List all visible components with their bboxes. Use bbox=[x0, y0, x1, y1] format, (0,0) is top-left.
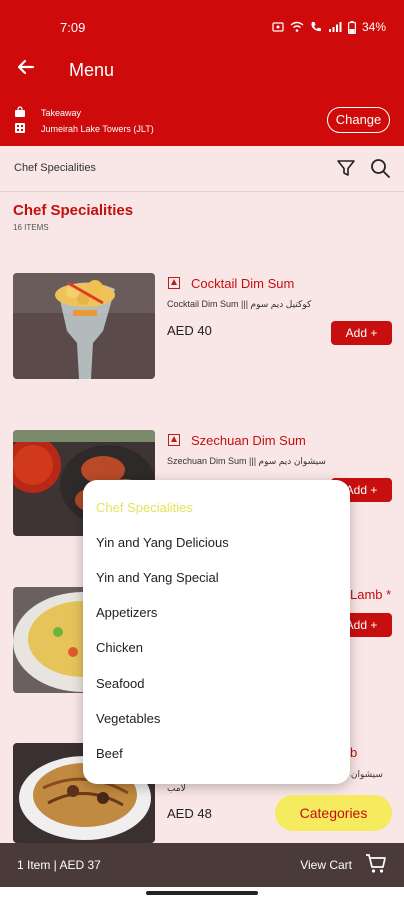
category-option-vegetables[interactable]: Vegetables bbox=[96, 711, 160, 726]
status-icons: 34% bbox=[272, 20, 386, 34]
system-nav-bar bbox=[0, 887, 404, 900]
add-to-cart-button[interactable]: Add + bbox=[331, 321, 392, 345]
filter-icon[interactable] bbox=[336, 158, 356, 178]
status-time: 7:09 bbox=[60, 20, 86, 35]
current-category-label: Chef Specialities bbox=[14, 162, 96, 174]
category-option-appetizers[interactable]: Appetizers bbox=[96, 605, 157, 620]
store-location: Jumeirah Lake Towers (JLT) bbox=[41, 124, 154, 134]
order-mode: Takeaway bbox=[41, 108, 82, 118]
back-arrow-icon[interactable] bbox=[16, 57, 36, 83]
page-title: Menu bbox=[69, 60, 115, 80]
building-icon bbox=[15, 123, 25, 133]
category-option-beef[interactable]: Beef bbox=[96, 746, 123, 761]
location-bar: Takeaway Jumeirah Lake Towers (JLT) Chan… bbox=[0, 90, 404, 146]
category-option-yin-yang-delicious[interactable]: Yin and Yang Delicious bbox=[96, 535, 229, 550]
cart-bar[interactable]: 1 Item | AED 37 View Cart bbox=[0, 843, 404, 887]
dish-description-arabic: لامب bbox=[167, 783, 186, 793]
dish-description: Cocktail Dim Sum ||| كوكتيل ديم سوم bbox=[167, 299, 312, 309]
section-title: Chef Specialities bbox=[13, 202, 134, 219]
app-bar: Menu bbox=[0, 52, 404, 90]
category-option-yin-yang-special[interactable]: Yin and Yang Special bbox=[96, 570, 219, 585]
notification-icon bbox=[272, 22, 284, 32]
categories-popup: Chef Specialities Yin and Yang Delicious… bbox=[83, 480, 350, 784]
cart-summary: 1 Item | AED 37 bbox=[17, 858, 101, 872]
status-bar: 7:09 34% bbox=[0, 0, 404, 52]
wifi-icon bbox=[290, 21, 304, 32]
takeaway-bag-icon bbox=[15, 106, 25, 117]
signal-icon bbox=[328, 22, 342, 32]
category-option-chicken[interactable]: Chicken bbox=[96, 640, 143, 655]
category-option-seafood[interactable]: Seafood bbox=[96, 676, 144, 691]
cart-icon[interactable] bbox=[365, 853, 387, 875]
dish-description: Szechuan Dim Sum ||| سيشوان ديم سوم bbox=[167, 456, 326, 466]
call-icon bbox=[311, 22, 321, 32]
dish-image bbox=[13, 273, 155, 379]
dish-price: AED 48 bbox=[167, 806, 212, 821]
change-location-button[interactable]: Change bbox=[327, 107, 390, 133]
non-veg-indicator-icon bbox=[168, 434, 180, 446]
menu-item[interactable]: Cocktail Dim Sum Cocktail Dim Sum ||| كو… bbox=[0, 273, 404, 383]
home-gesture-handle[interactable] bbox=[146, 891, 258, 895]
section-item-count: 16 ITEMS bbox=[13, 223, 49, 232]
non-veg-indicator-icon bbox=[168, 277, 180, 289]
categories-button[interactable]: Categories bbox=[275, 795, 392, 831]
dish-name: Lamb * bbox=[350, 587, 392, 602]
dish-name: Szechuan Dim Sum bbox=[191, 433, 306, 448]
battery-icon bbox=[347, 20, 356, 34]
battery-percent: 34% bbox=[361, 20, 386, 34]
dish-name: Cocktail Dim Sum bbox=[191, 276, 295, 291]
category-option-chef-specialities[interactable]: Chef Specialities bbox=[96, 500, 193, 515]
view-cart-button[interactable]: View Cart bbox=[300, 858, 352, 872]
category-bar: Chef Specialities bbox=[0, 146, 404, 192]
dish-price: AED 40 bbox=[167, 323, 212, 338]
search-icon[interactable] bbox=[370, 158, 390, 178]
dish-name: b bbox=[350, 745, 358, 760]
